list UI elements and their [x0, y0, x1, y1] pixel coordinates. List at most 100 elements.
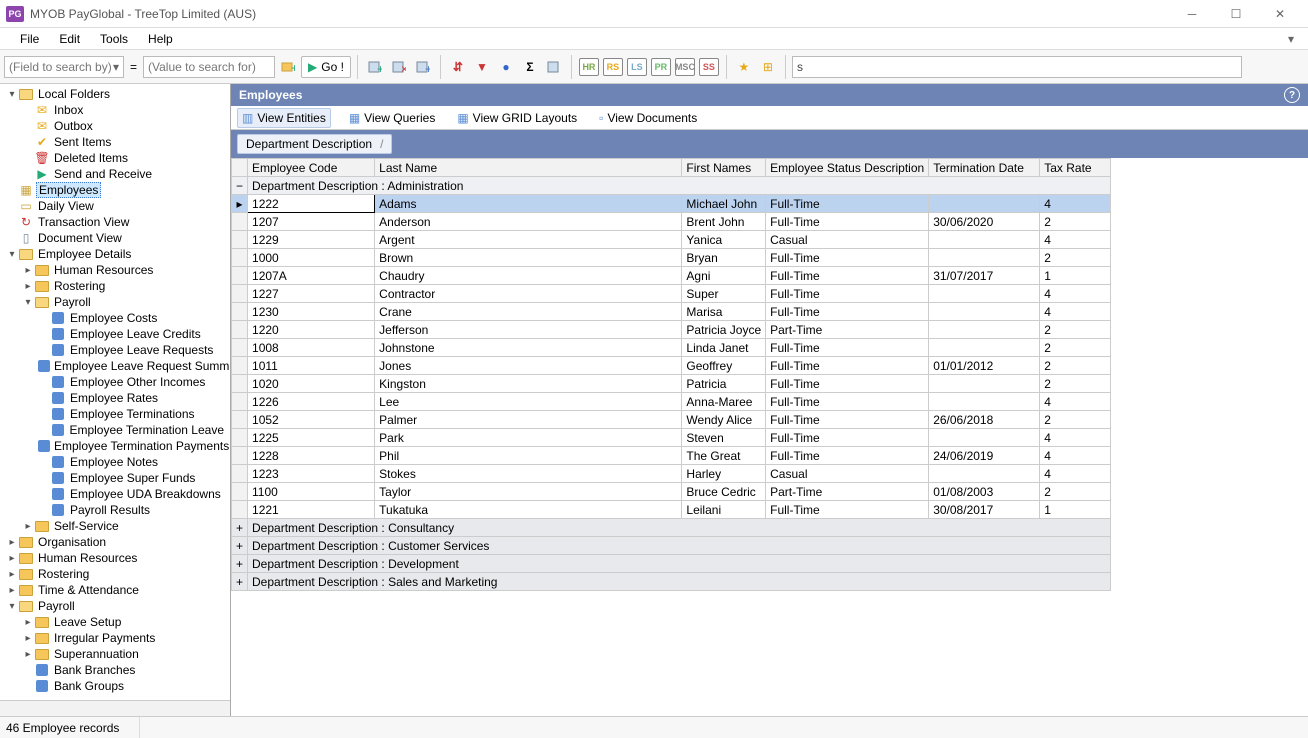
- tree-item[interactable]: Employee Terminations: [0, 406, 230, 422]
- cell-last[interactable]: Palmer: [375, 411, 682, 429]
- tree-item[interactable]: Payroll Results: [0, 502, 230, 518]
- tree-item[interactable]: ▾Payroll: [0, 598, 230, 614]
- group-by-chip[interactable]: Department Description /: [237, 134, 392, 154]
- tab-view-queries[interactable]: ▦View Queries: [345, 109, 440, 127]
- table-row[interactable]: 1228PhilThe GreatFull-Time24/06/20194: [232, 447, 1111, 465]
- cell-term[interactable]: [929, 231, 1040, 249]
- cell-term[interactable]: 30/06/2020: [929, 213, 1040, 231]
- globe-icon[interactable]: ●: [495, 56, 517, 78]
- cell-code[interactable]: 1223: [248, 465, 375, 483]
- cell-status[interactable]: Full-Time: [766, 285, 929, 303]
- tree-item[interactable]: Employee Termination Payments: [0, 438, 230, 454]
- table-row[interactable]: 1223StokesHarleyCasual4: [232, 465, 1111, 483]
- sort-icon[interactable]: ⇵: [447, 56, 469, 78]
- row-handle[interactable]: [232, 303, 248, 321]
- filter-icon[interactable]: ▼: [471, 56, 493, 78]
- cell-last[interactable]: Tukatuka: [375, 501, 682, 519]
- tree-twisty-icon[interactable]: ▾: [6, 89, 18, 100]
- navigation-tree[interactable]: ▾Local Folders✉Inbox✉Outbox✔Sent Items🗑D…: [0, 84, 230, 700]
- tree-twisty-icon[interactable]: ▸: [22, 281, 34, 292]
- tree-item[interactable]: ▸Irregular Payments: [0, 630, 230, 646]
- cell-last[interactable]: Anderson: [375, 213, 682, 231]
- cell-tax[interactable]: 2: [1040, 411, 1111, 429]
- cell-tax[interactable]: 4: [1040, 465, 1111, 483]
- add-row-icon[interactable]: +: [364, 56, 386, 78]
- minimize-button[interactable]: ─: [1170, 0, 1214, 28]
- row-handle[interactable]: ▸: [232, 195, 248, 213]
- tab-view-grid-layouts[interactable]: ▦View GRID Layouts: [453, 109, 581, 127]
- cell-code[interactable]: 1011: [248, 357, 375, 375]
- group-header[interactable]: Department Description : Administration: [248, 177, 1111, 195]
- cell-first[interactable]: Patricia: [682, 375, 766, 393]
- table-row[interactable]: 1207AChaudryAgniFull-Time31/07/20171: [232, 267, 1111, 285]
- table-row[interactable]: 1220JeffersonPatricia JoycePart-Time2: [232, 321, 1111, 339]
- quick-search-input[interactable]: s: [792, 56, 1242, 78]
- cell-tax[interactable]: 2: [1040, 483, 1111, 501]
- tree-item[interactable]: Employee Other Incomes: [0, 374, 230, 390]
- cell-tax[interactable]: 4: [1040, 231, 1111, 249]
- tree-twisty-icon[interactable]: ▾: [6, 601, 18, 612]
- cell-term[interactable]: [929, 195, 1040, 213]
- cell-first[interactable]: Geoffrey: [682, 357, 766, 375]
- tree-twisty-icon[interactable]: ▸: [6, 569, 18, 580]
- group-header[interactable]: Department Description : Customer Servic…: [248, 537, 1111, 555]
- table-row[interactable]: 1020KingstonPatriciaFull-Time2: [232, 375, 1111, 393]
- cell-tax[interactable]: 2: [1040, 249, 1111, 267]
- cell-status[interactable]: Full-Time: [766, 429, 929, 447]
- tree-item[interactable]: Bank Branches: [0, 662, 230, 678]
- cell-code[interactable]: 1228: [248, 447, 375, 465]
- cell-code[interactable]: 1220: [248, 321, 375, 339]
- cell-status[interactable]: Full-Time: [766, 249, 929, 267]
- group-header[interactable]: Department Description : Consultancy: [248, 519, 1111, 537]
- tree-item[interactable]: ▸Self-Service: [0, 518, 230, 534]
- cell-tax[interactable]: 4: [1040, 303, 1111, 321]
- table-row[interactable]: 1011JonesGeoffreyFull-Time01/01/20122: [232, 357, 1111, 375]
- cell-first[interactable]: The Great: [682, 447, 766, 465]
- go-button[interactable]: ▶ Go !: [301, 56, 351, 78]
- cell-status[interactable]: Full-Time: [766, 501, 929, 519]
- cell-status[interactable]: Full-Time: [766, 213, 929, 231]
- tree-twisty-icon[interactable]: ▸: [6, 585, 18, 596]
- tree-item[interactable]: Employee Leave Request Summary: [0, 358, 230, 374]
- cell-first[interactable]: Bruce Cedric: [682, 483, 766, 501]
- cell-status[interactable]: Part-Time: [766, 321, 929, 339]
- column-header[interactable]: First Names: [682, 159, 766, 177]
- data-grid[interactable]: Employee CodeLast NameFirst NamesEmploye…: [231, 158, 1308, 716]
- maximize-button[interactable]: ☐: [1214, 0, 1258, 28]
- group-expand-icon[interactable]: +: [232, 537, 248, 555]
- cell-code[interactable]: 1222: [248, 195, 375, 213]
- group-collapse-icon[interactable]: −: [232, 177, 248, 195]
- column-header[interactable]: Last Name: [375, 159, 682, 177]
- cell-term[interactable]: 31/07/2017: [929, 267, 1040, 285]
- table-row[interactable]: 1226LeeAnna-MareeFull-Time4: [232, 393, 1111, 411]
- star-icon[interactable]: ★: [733, 56, 755, 78]
- cell-first[interactable]: Anna-Maree: [682, 393, 766, 411]
- tree-twisty-icon[interactable]: ▸: [22, 649, 34, 660]
- tree-twisty-icon[interactable]: ▾: [22, 297, 34, 308]
- cell-last[interactable]: Stokes: [375, 465, 682, 483]
- close-button[interactable]: ✕: [1258, 0, 1302, 28]
- tree-item[interactable]: Employee Rates: [0, 390, 230, 406]
- cell-term[interactable]: 24/06/2019: [929, 447, 1040, 465]
- cell-code[interactable]: 1000: [248, 249, 375, 267]
- cell-term[interactable]: [929, 339, 1040, 357]
- table-row[interactable]: 1100TaylorBruce CedricPart-Time01/08/200…: [232, 483, 1111, 501]
- tree-item[interactable]: ▾Payroll: [0, 294, 230, 310]
- cell-last[interactable]: Phil: [375, 447, 682, 465]
- tree-twisty-icon[interactable]: ▸: [6, 537, 18, 548]
- tab-view-entities[interactable]: ▥View Entities: [237, 108, 331, 128]
- row-handle[interactable]: [232, 411, 248, 429]
- cell-tax[interactable]: 4: [1040, 429, 1111, 447]
- cell-code[interactable]: 1229: [248, 231, 375, 249]
- tree-item[interactable]: Employee Leave Requests: [0, 342, 230, 358]
- cell-status[interactable]: Full-Time: [766, 375, 929, 393]
- table-row[interactable]: 1008JohnstoneLinda JanetFull-Time2: [232, 339, 1111, 357]
- table-row[interactable]: 1227ContractorSuperFull-Time4: [232, 285, 1111, 303]
- tree-item[interactable]: ▸Leave Setup: [0, 614, 230, 630]
- cell-code[interactable]: 1052: [248, 411, 375, 429]
- cell-status[interactable]: Full-Time: [766, 339, 929, 357]
- tree-item[interactable]: ▸Rostering: [0, 278, 230, 294]
- cell-last[interactable]: Taylor: [375, 483, 682, 501]
- org-icon[interactable]: ⊞: [757, 56, 779, 78]
- cell-term[interactable]: 01/01/2012: [929, 357, 1040, 375]
